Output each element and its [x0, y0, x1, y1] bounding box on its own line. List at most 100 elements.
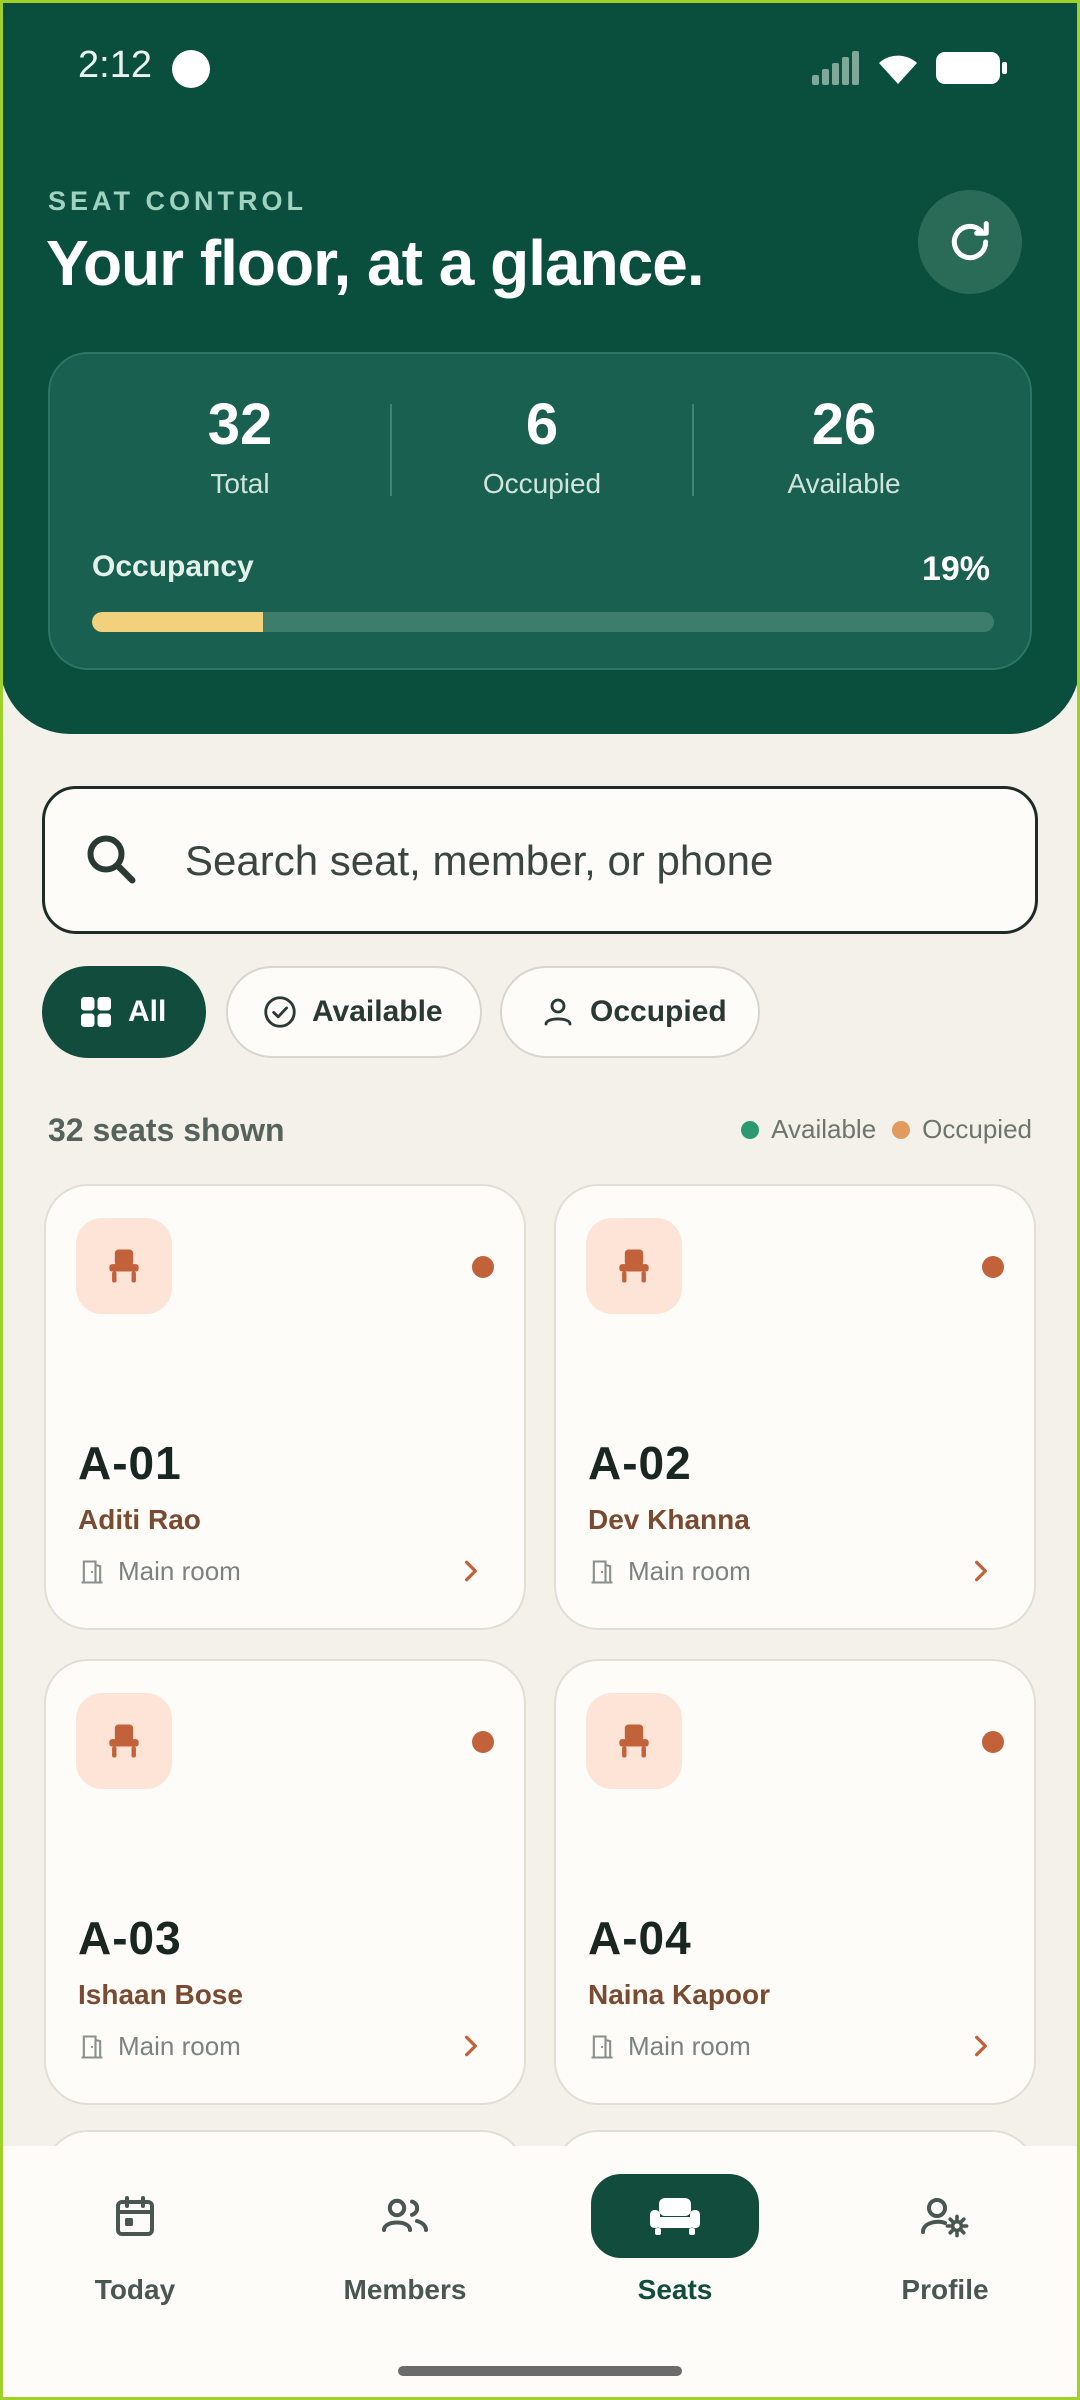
seat-member: Dev Khanna — [588, 1504, 750, 1535]
section-eyebrow: SEAT CONTROL — [48, 186, 307, 216]
stat-available: 26 Available — [694, 396, 994, 500]
seat-room-label: Main room — [628, 1556, 751, 1586]
nav-label: Today — [94, 2274, 176, 2305]
nav-label: Seats — [637, 2274, 713, 2305]
legend-available: Available — [741, 1114, 876, 1145]
chair-icon — [109, 1724, 139, 1758]
seat-member: Aditi Rao — [78, 1504, 201, 1535]
grid-icon — [78, 994, 114, 1030]
status-bar: 2:12 — [0, 0, 1080, 130]
seat-badge — [76, 1693, 172, 1789]
occupancy-progress-bar — [92, 612, 994, 632]
seat-member: Naina Kapoor — [588, 1979, 771, 2010]
home-indicator[interactable] — [398, 2366, 682, 2376]
seat-room-label: Main room — [628, 2031, 751, 2061]
header-panel: 2:12 SEAT CONTROL Your floor, at a glanc… — [0, 0, 1080, 734]
seat-room-label: Main room — [118, 2031, 241, 2061]
seat-member: Ishaan Bose — [78, 1979, 243, 2010]
filter-chip-label: Occupied — [590, 995, 727, 1028]
seat-badge — [76, 1218, 172, 1314]
bottom-navigation: Today Members Seats Profile — [0, 2146, 1080, 2400]
legend-label: Occupied — [922, 1114, 1032, 1144]
door-icon — [591, 2034, 613, 2059]
seat-code: A-04 — [588, 1912, 692, 1964]
occupied-status-dot — [982, 1731, 1004, 1753]
occupancy-value: 19% — [921, 550, 990, 588]
door-icon — [591, 1559, 613, 1584]
occupied-status-dot — [472, 1731, 494, 1753]
seat-code: A-03 — [78, 1912, 182, 1964]
page-title: Your floor, at a glance. — [46, 227, 705, 299]
seat-card[interactable]: A-02 Dev Khanna Main room — [554, 1184, 1036, 1630]
status-legend: Available Occupied — [741, 1114, 1032, 1145]
calendar-icon — [35, 2174, 235, 2258]
refresh-button[interactable] — [918, 190, 1022, 294]
nav-item-today[interactable]: Today — [35, 2174, 235, 2306]
chair-icon — [619, 1249, 649, 1283]
status-time: 2:12 — [78, 44, 152, 86]
filter-chip-all[interactable]: All — [42, 966, 206, 1058]
seat-code: A-02 — [588, 1437, 692, 1489]
seat-card[interactable]: A-04 Naina Kapoor Main room — [554, 1659, 1036, 2105]
nav-label: Members — [343, 2274, 467, 2305]
chevron-right-icon — [975, 1560, 987, 1582]
status-icons — [812, 48, 1008, 88]
seat-room-label: Main room — [118, 1556, 241, 1586]
seat-count: 32 seats shown — [48, 1112, 285, 1148]
legend-occupied: Occupied — [892, 1114, 1032, 1145]
sofa-icon — [591, 2174, 759, 2258]
profile-settings-icon — [845, 2174, 1045, 2258]
stat-occupied: 6 Occupied — [392, 396, 692, 500]
seat-code: A-01 — [78, 1437, 182, 1489]
stat-occupied-value: 6 — [525, 392, 559, 457]
stats-card: 32 Total 6 Occupied 26 Available Occupan… — [48, 352, 1032, 670]
stat-available-value: 26 — [811, 392, 877, 457]
occupied-status-dot — [982, 1256, 1004, 1278]
seat-card[interactable]: A-03 Ishaan Bose Main room — [44, 1659, 526, 2105]
seat-card[interactable]: A-01 Aditi Rao Main room — [44, 1184, 526, 1630]
nav-item-members[interactable]: Members — [305, 2174, 505, 2306]
search-input[interactable] — [183, 789, 1007, 933]
signal-icon — [812, 51, 859, 85]
filter-chip-label: Available — [312, 995, 443, 1028]
filter-chip-occupied[interactable]: Occupied — [500, 966, 760, 1058]
seat-room: Main room — [588, 2031, 751, 2062]
door-icon — [81, 2034, 103, 2059]
seat-room: Main room — [588, 1556, 751, 1587]
chevron-right-icon — [465, 2035, 477, 2057]
legend-occupied-dot — [892, 1120, 911, 1139]
nav-item-seats[interactable]: Seats — [575, 2174, 775, 2306]
seat-room: Main room — [78, 2031, 241, 2062]
legend-available-dot — [741, 1120, 760, 1139]
stat-total: 32 Total — [90, 396, 390, 500]
stat-occupied-label: Occupied — [482, 468, 602, 499]
chair-icon — [109, 1249, 139, 1283]
nav-label: Profile — [901, 2274, 989, 2305]
occupied-status-dot — [472, 1256, 494, 1278]
people-icon — [305, 2174, 505, 2258]
person-icon — [540, 994, 576, 1030]
filter-chip-available[interactable]: Available — [226, 966, 482, 1058]
door-icon — [81, 1559, 103, 1584]
wifi-icon — [879, 55, 917, 84]
chair-icon — [619, 1724, 649, 1758]
stat-total-value: 32 — [207, 392, 273, 457]
occupancy-progress-fill — [92, 612, 264, 632]
refresh-icon — [951, 221, 989, 261]
nav-item-profile[interactable]: Profile — [845, 2174, 1045, 2306]
chevron-right-icon — [975, 2035, 987, 2057]
stat-available-label: Available — [787, 468, 901, 499]
battery-icon — [936, 52, 1007, 84]
filter-chip-label: All — [128, 995, 167, 1028]
legend-label: Available — [771, 1114, 877, 1144]
seat-room: Main room — [78, 1556, 241, 1587]
seat-badge — [586, 1218, 682, 1314]
search-box[interactable] — [42, 786, 1038, 934]
seat-badge — [586, 1693, 682, 1789]
chevron-right-icon — [465, 1560, 477, 1582]
occupancy-label: Occupancy — [92, 550, 254, 583]
check-circle-icon — [262, 994, 298, 1030]
search-icon — [87, 835, 136, 884]
notification-dot-icon — [172, 50, 210, 88]
stat-total-label: Total — [210, 468, 270, 499]
